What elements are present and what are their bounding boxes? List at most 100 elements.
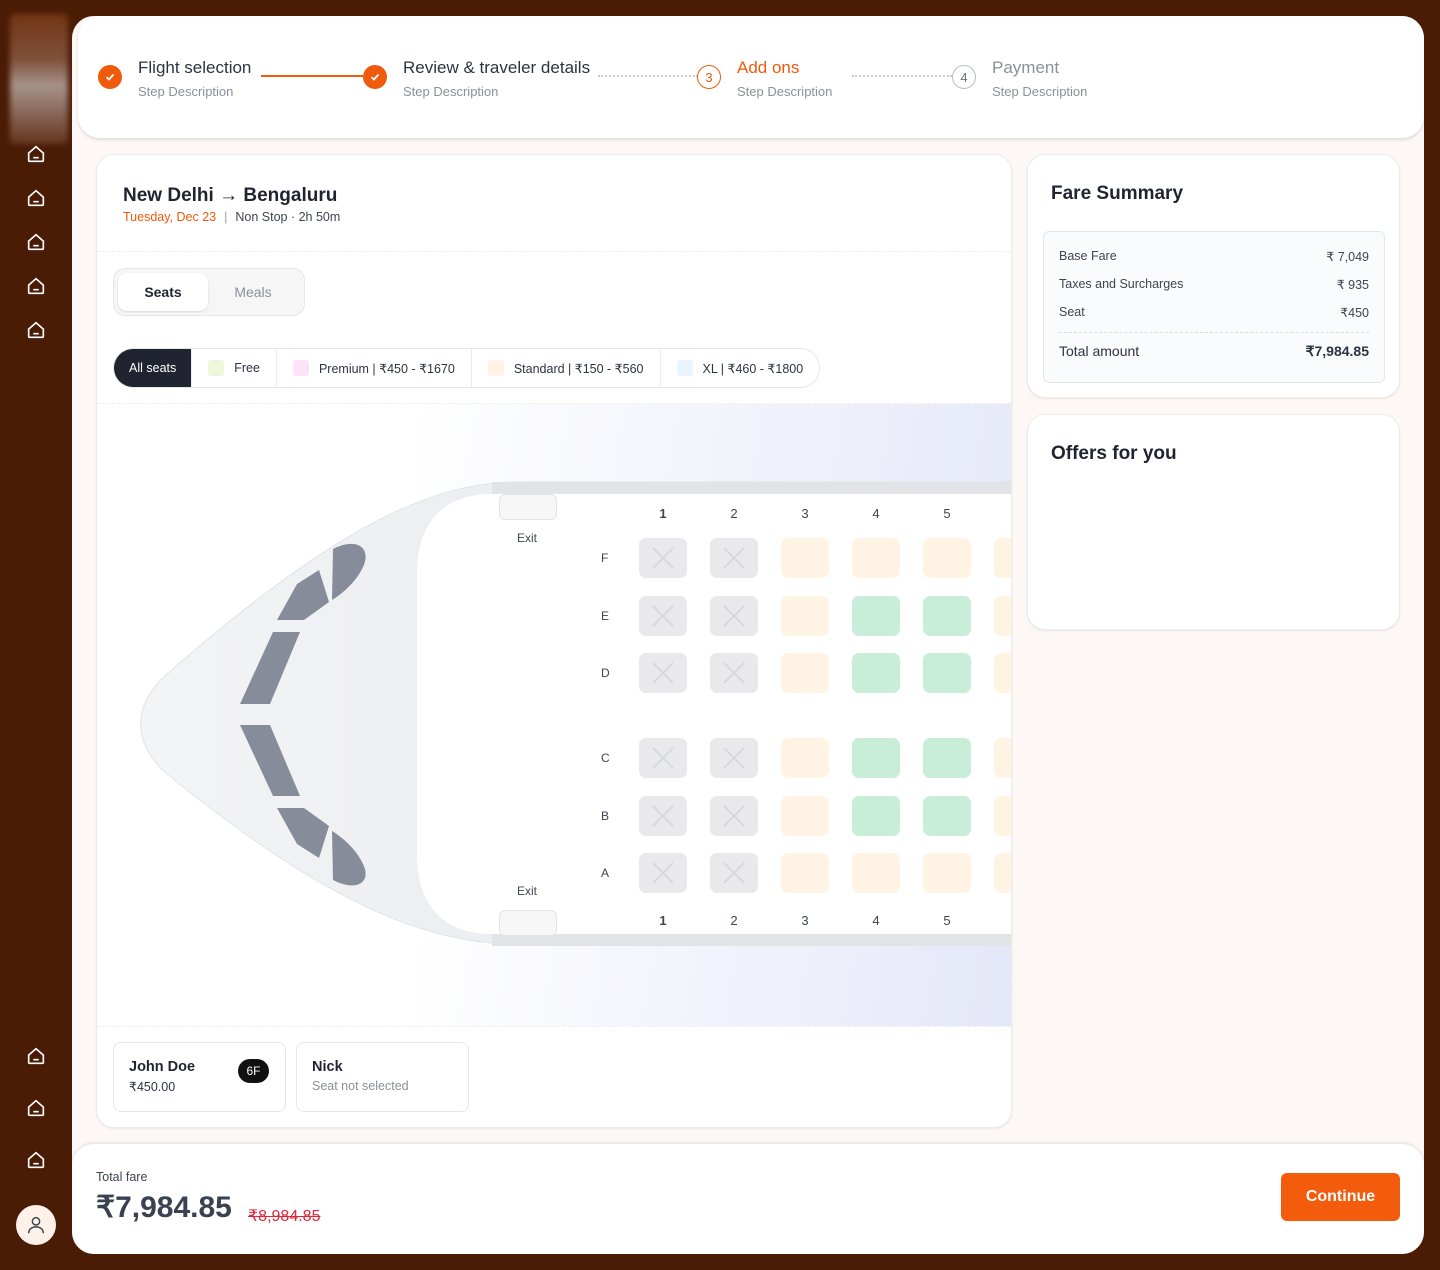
x-icon xyxy=(652,605,674,627)
step-number: 4 xyxy=(952,65,976,89)
seat-standard[interactable] xyxy=(852,538,900,578)
flight-date: Tuesday, Dec 23 xyxy=(123,210,217,224)
app-logo xyxy=(10,14,68,144)
tab-meals[interactable]: Meals xyxy=(208,273,298,311)
seat-occupied xyxy=(710,796,758,836)
seat-occupied xyxy=(710,538,758,578)
original-fare: ₹8,984.85 xyxy=(248,1208,321,1225)
flight-details: Tuesday, Dec 23 | Non Stop · 2h 50m xyxy=(123,210,340,224)
home-icon[interactable] xyxy=(24,142,48,166)
x-icon xyxy=(723,605,745,627)
sidebar xyxy=(0,0,72,1270)
seat-free[interactable] xyxy=(852,738,900,778)
filter-standard[interactable]: Standard | ₹150 - ₹560 xyxy=(472,349,661,387)
seat-standard[interactable] xyxy=(994,538,1011,578)
seat-standard[interactable] xyxy=(994,596,1011,636)
seat-occupied xyxy=(639,853,687,893)
column-label: 1 xyxy=(659,506,667,521)
filter-xl[interactable]: XL | ₹460 - ₹1800 xyxy=(661,349,820,387)
seat-standard[interactable] xyxy=(994,796,1011,836)
step-review-traveler[interactable]: Review & traveler details Step Descriptio… xyxy=(363,56,590,99)
home-icon[interactable] xyxy=(24,274,48,298)
x-icon xyxy=(723,805,745,827)
tab-seats[interactable]: Seats xyxy=(118,273,208,311)
step-flight-selection[interactable]: Flight selection Step Description xyxy=(98,56,251,99)
column-label: 1 xyxy=(659,913,667,928)
home-icon[interactable] xyxy=(24,1044,48,1068)
seat-standard[interactable] xyxy=(781,738,829,778)
footer-bar: Total fare ₹7,984.85 ₹8,984.85 Continue xyxy=(72,1144,1424,1254)
seat-standard[interactable] xyxy=(781,538,829,578)
seat-standard[interactable] xyxy=(994,738,1011,778)
exit-label: Exit xyxy=(517,531,538,545)
seat-standard[interactable] xyxy=(781,653,829,693)
row-label: E xyxy=(601,609,610,623)
free-swatch xyxy=(208,360,225,376)
home-icon[interactable] xyxy=(24,1096,48,1120)
flight-route: New Delhi → Bengaluru xyxy=(123,185,337,207)
arrow-right-icon: → xyxy=(219,185,239,206)
seat-occupied xyxy=(710,653,758,693)
seat-standard[interactable] xyxy=(781,796,829,836)
fare-row-taxes: Taxes and Surcharges ₹ 935 xyxy=(1059,270,1369,298)
filter-premium[interactable]: Premium | ₹450 - ₹1670 xyxy=(277,349,472,387)
x-icon xyxy=(652,662,674,684)
traveler-card-nick[interactable]: Nick Seat not selected xyxy=(296,1042,469,1112)
divider xyxy=(97,251,1011,252)
step-connector xyxy=(598,75,698,77)
traveler-card-john-doe[interactable]: John Doe ₹450.00 6F xyxy=(113,1042,286,1112)
home-icon[interactable] xyxy=(24,230,48,254)
home-icon[interactable] xyxy=(24,1148,48,1172)
home-icon[interactable] xyxy=(24,186,48,210)
seat-standard[interactable] xyxy=(994,653,1011,693)
flight-addons-card: New Delhi → Bengaluru Tuesday, Dec 23 | No… xyxy=(96,154,1012,1128)
continue-button[interactable]: Continue xyxy=(1281,1173,1400,1221)
seat-standard[interactable] xyxy=(781,853,829,893)
seat-free[interactable] xyxy=(852,796,900,836)
x-icon xyxy=(723,662,745,684)
fare-breakdown: Base Fare ₹ 7,049 Taxes and Surcharges ₹ 9… xyxy=(1043,231,1385,383)
column-label: 5 xyxy=(943,913,951,928)
row-label: C xyxy=(601,751,610,765)
seat-filters: All seats Free Premium | ₹450 - ₹1670 St… xyxy=(113,348,821,388)
separator: | xyxy=(224,210,228,224)
destination-city: Bengaluru xyxy=(243,185,338,206)
seat-free[interactable] xyxy=(923,653,971,693)
seat-standard[interactable] xyxy=(781,596,829,636)
step-add-ons[interactable]: 3 Add ons Step Description xyxy=(697,56,832,99)
seat-standard[interactable] xyxy=(852,853,900,893)
origin-city: New Delhi xyxy=(123,185,214,206)
x-icon xyxy=(723,862,745,884)
offers-card: Offers for you xyxy=(1027,414,1400,630)
total-amount-label: Total amount xyxy=(1059,343,1140,359)
seat-standard[interactable] xyxy=(923,853,971,893)
step-connector xyxy=(261,75,363,77)
x-icon xyxy=(723,747,745,769)
step-title: Add ons xyxy=(737,58,800,77)
column-label: 2 xyxy=(730,506,738,521)
seat-free[interactable] xyxy=(852,653,900,693)
step-title: Payment xyxy=(992,58,1060,77)
filter-label: Free xyxy=(234,361,260,375)
step-title: Review & traveler details xyxy=(403,58,591,77)
row-label: B xyxy=(601,809,610,823)
seat-free[interactable] xyxy=(923,596,971,636)
fare-label: Taxes and Surcharges xyxy=(1059,277,1184,291)
home-icon[interactable] xyxy=(24,318,48,342)
fare-label: Base Fare xyxy=(1059,249,1117,263)
row-label: A xyxy=(601,866,610,880)
seat-standard[interactable] xyxy=(923,538,971,578)
seat-standard[interactable] xyxy=(994,853,1011,893)
seat-occupied xyxy=(639,538,687,578)
step-description: Step Description xyxy=(992,84,1088,99)
seat-free[interactable] xyxy=(923,738,971,778)
user-avatar[interactable] xyxy=(16,1205,56,1245)
traveler-seat-status: Seat not selected xyxy=(312,1079,409,1093)
fare-value: ₹450 xyxy=(1340,305,1369,320)
filter-all-seats[interactable]: All seats xyxy=(114,349,193,387)
step-payment[interactable]: 4 Payment Step Description xyxy=(952,56,1087,99)
x-icon xyxy=(652,747,674,769)
filter-free[interactable]: Free xyxy=(192,349,277,387)
seat-free[interactable] xyxy=(852,596,900,636)
seat-free[interactable] xyxy=(923,796,971,836)
